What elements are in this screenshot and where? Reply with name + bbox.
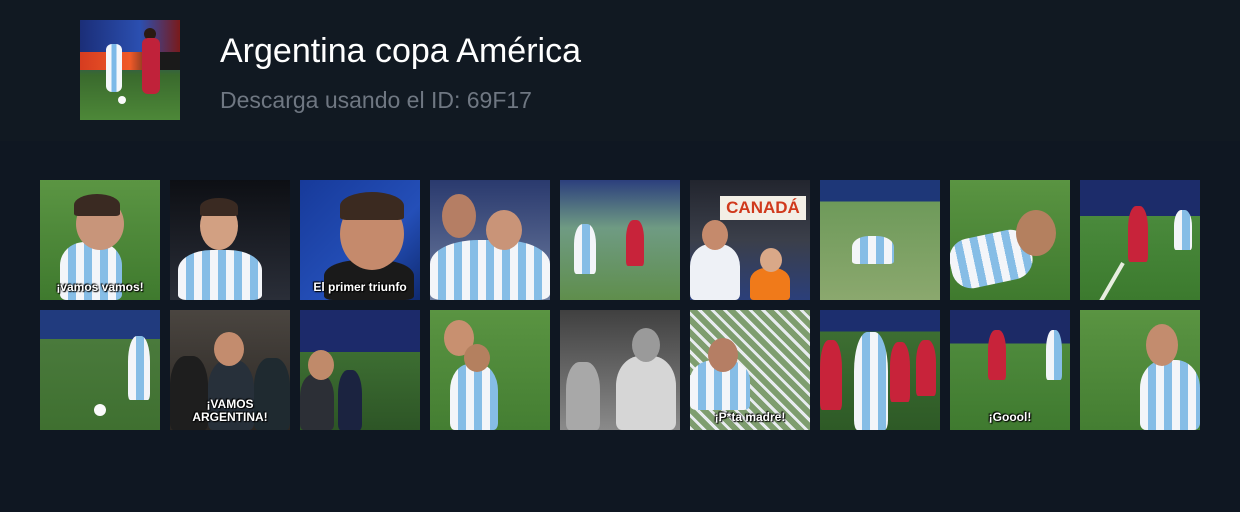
- tile-caption: ¡P*ta madre!: [714, 410, 786, 424]
- gif-tile-12[interactable]: [300, 310, 420, 430]
- download-id-text: Descarga usando el ID: 69F17: [220, 87, 532, 113]
- tile-caption: El primer triunfo: [313, 280, 407, 294]
- gif-grid: ¡vamos vamos! El primer triunfo CANADÁ ¡…: [40, 180, 1200, 430]
- gif-tile-4[interactable]: [430, 180, 550, 300]
- canada-sign: CANADÁ: [720, 196, 806, 220]
- gif-tile-16[interactable]: [820, 310, 940, 430]
- gif-tile-17[interactable]: ¡Goool!: [950, 310, 1070, 430]
- page-title: Argentina copa América: [220, 32, 581, 70]
- gif-tile-8[interactable]: [950, 180, 1070, 300]
- gif-tile-15[interactable]: ¡P*ta madre!: [690, 310, 810, 430]
- header: Argentina copa América Descarga usando e…: [0, 0, 1240, 141]
- tile-caption: ¡Goool!: [988, 410, 1032, 424]
- soccer-cover-image[interactable]: [80, 20, 180, 120]
- gif-tile-11[interactable]: ¡VAMOS ARGENTINA!: [170, 310, 290, 430]
- gif-tile-6[interactable]: CANADÁ: [690, 180, 810, 300]
- gif-tile-13[interactable]: [430, 310, 550, 430]
- gif-tile-5[interactable]: [560, 180, 680, 300]
- tile-caption: ¡VAMOS ARGENTINA!: [192, 397, 268, 424]
- gif-tile-9[interactable]: [1080, 180, 1200, 300]
- gif-tile-7[interactable]: [820, 180, 940, 300]
- gif-tile-1[interactable]: ¡vamos vamos!: [40, 180, 160, 300]
- gif-tile-2[interactable]: [170, 180, 290, 300]
- gif-tile-3[interactable]: El primer triunfo: [300, 180, 420, 300]
- tile-caption: ¡vamos vamos!: [56, 280, 144, 294]
- gif-tile-14[interactable]: [560, 310, 680, 430]
- gif-tile-10[interactable]: [40, 310, 160, 430]
- gif-tile-18[interactable]: [1080, 310, 1200, 430]
